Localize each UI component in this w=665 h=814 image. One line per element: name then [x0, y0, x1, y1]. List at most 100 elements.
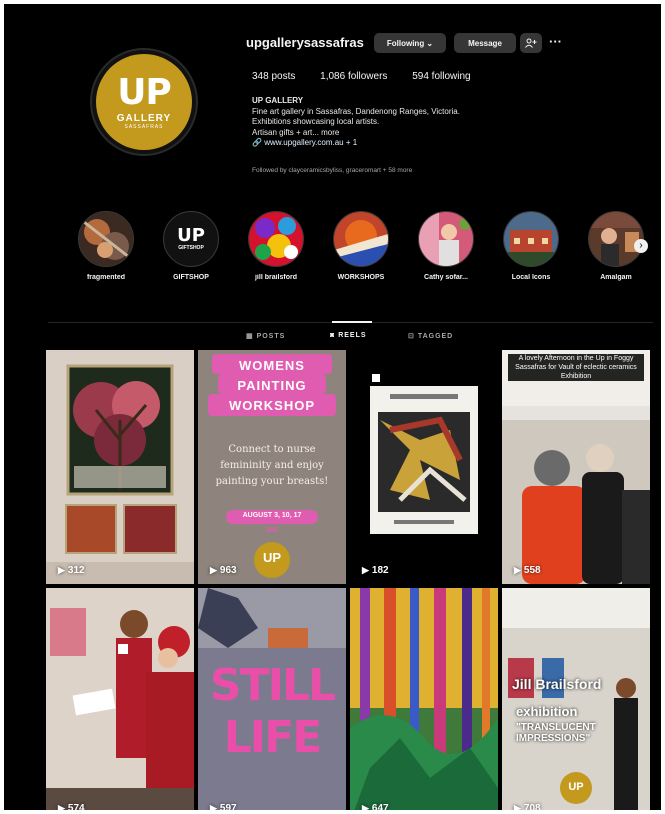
- view-count-number: 708: [523, 803, 541, 810]
- view-count-number: 647: [371, 803, 389, 810]
- reel-tile[interactable]: ▶ 647: [350, 588, 498, 810]
- view-count: ▶ 312: [58, 565, 85, 576]
- followed-by-text[interactable]: Followed by clayceramicsbyliss, gracerom…: [252, 167, 412, 174]
- logo-gallery: GALLERY: [116, 112, 172, 124]
- workshop-price: $95: [266, 527, 278, 534]
- bio-link-text[interactable]: www.upgallery.com.au + 1: [264, 138, 357, 147]
- bio-name: UP GALLERY: [252, 96, 304, 105]
- highlight-cover: [418, 211, 474, 267]
- tagged-icon: ⊡: [408, 333, 418, 340]
- still-life-title: STILL LIFE: [198, 660, 346, 764]
- giftshop-logo-sub: GIFTSHOP: [178, 245, 204, 251]
- workshop-dates: AUGUST 3, 10, 17: [242, 512, 302, 519]
- highlight-cover: [588, 211, 644, 267]
- reel-tile[interactable]: Jill Brailsford exhibition "TRANSLUCENT …: [502, 588, 650, 810]
- add-user-button[interactable]: [520, 33, 542, 53]
- bio-line: Exhibitions showcasing local artists.: [252, 117, 380, 126]
- highlight-label: fragmented: [86, 274, 126, 281]
- description-line: femininity and enjoy: [220, 460, 324, 471]
- instagram-profile-page: UP GALLERY SASSAFRAS upgallerysassafras …: [4, 4, 661, 810]
- tab-tagged-label: TAGGED: [417, 333, 454, 340]
- profile-username: upgallerysassafras: [246, 35, 364, 50]
- giftshop-logo: UP: [177, 225, 205, 246]
- logo-place: SASSAFRAS: [124, 123, 164, 130]
- play-icon: ▶: [362, 803, 369, 810]
- up-logo: UP: [568, 781, 584, 793]
- view-count: ▶ 182: [362, 565, 389, 576]
- workshop-title: WOMENS PAINTING WORKSHOP: [198, 356, 346, 416]
- highlight-local-icons[interactable]: Local Icons: [499, 211, 563, 281]
- logo-up: UP: [117, 71, 172, 113]
- following-count[interactable]: 594 following: [412, 71, 470, 82]
- highlight-cathy[interactable]: Cathy sofar...: [414, 211, 478, 281]
- highlight-label: Local Icons: [511, 274, 551, 281]
- workshop-description: Connect to nurse femininity and enjoy pa…: [198, 442, 346, 490]
- reel-thumbnail: [350, 350, 498, 584]
- highlight-workshops[interactable]: WORKSHOPS: [329, 211, 393, 281]
- bio-line: Fine art gallery in Sassafras, Dandenong…: [252, 106, 460, 116]
- up-gallery-logo: UP GALLERY SASSAFRAS: [96, 54, 192, 150]
- highlight-fragmented[interactable]: fragmented: [74, 211, 138, 281]
- title-line: IMPRESSIONS": [516, 733, 591, 744]
- reel-tile[interactable]: ▶ 182: [350, 350, 498, 584]
- play-icon: ▶: [210, 803, 217, 810]
- view-count-number: 312: [67, 565, 85, 576]
- following-button[interactable]: Following ⌄: [374, 33, 446, 53]
- title-line: WORKSHOP: [229, 398, 315, 413]
- reel-thumbnail: [502, 588, 650, 810]
- highlight-cover: [248, 211, 304, 267]
- play-icon: ▶: [58, 565, 65, 575]
- reel-tile[interactable]: ▶ 574: [46, 588, 194, 810]
- title-line: "TRANSLUCENT: [516, 722, 596, 733]
- tab-posts-label: POSTS: [256, 333, 286, 340]
- reel-tile[interactable]: STILL LIFE ▶ 597: [198, 588, 346, 810]
- highlight-jill-brailsford[interactable]: jill brailsford: [244, 211, 308, 281]
- view-count: ▶ 963: [210, 565, 237, 576]
- tab-reels[interactable]: ◙ REELS: [330, 332, 367, 339]
- highlight-label: WORKSHOPS: [337, 274, 385, 281]
- tab-posts[interactable]: ▦ POSTS: [246, 332, 285, 340]
- view-count: ▶ 597: [210, 803, 237, 810]
- highlight-cover: UP GIFTSHOP: [163, 211, 219, 267]
- add-person-icon: [525, 38, 537, 48]
- reel-tile[interactable]: ▶ 312: [46, 350, 194, 584]
- grid-icon: ▦: [246, 333, 257, 340]
- posts-count[interactable]: 348 posts: [252, 71, 295, 82]
- highlight-giftshop[interactable]: UP GIFTSHOP GIFTSHOP: [159, 211, 223, 281]
- play-icon: ▶: [210, 565, 217, 575]
- message-button[interactable]: Message: [454, 33, 516, 53]
- tab-active-indicator: [332, 321, 372, 323]
- bio-line[interactable]: Artisan gifts + art... more: [252, 128, 460, 139]
- profile-avatar[interactable]: UP GALLERY SASSAFRAS: [90, 48, 198, 156]
- play-icon: ▶: [514, 565, 521, 575]
- tab-reels-label: REELS: [338, 332, 367, 339]
- title-line: PAINTING: [237, 378, 307, 393]
- view-count: ▶ 647: [362, 803, 389, 810]
- view-count-number: 182: [371, 565, 389, 576]
- highlight-label: jill brailsford: [254, 274, 297, 281]
- more-options-icon[interactable]: ···: [549, 34, 562, 49]
- highlight-cover: [333, 211, 389, 267]
- exhibition-title: "TRANSLUCENT IMPRESSIONS": [516, 722, 596, 744]
- highlight-label: GIFTSHOP: [173, 274, 209, 281]
- chevron-right-icon[interactable]: ›: [634, 239, 648, 253]
- view-count: ▶ 574: [58, 803, 85, 810]
- play-icon: ▶: [514, 803, 521, 810]
- tab-tagged[interactable]: ⊡ TAGGED: [408, 332, 453, 340]
- reel-thumbnail: [46, 350, 194, 584]
- title-line: LIFE: [223, 712, 323, 763]
- followers-count[interactable]: 1,086 followers: [320, 71, 387, 82]
- play-icon: ▶: [58, 803, 65, 810]
- bio-link[interactable]: 🔗 www.upgallery.com.au + 1: [252, 138, 460, 149]
- reel-tile[interactable]: WOMENS PAINTING WORKSHOP Connect to nurs…: [198, 350, 346, 584]
- reel-thumbnail: [350, 588, 498, 810]
- description-line: painting your breasts!: [215, 476, 329, 487]
- description-line: Connect to nurse: [228, 444, 316, 455]
- artist-name: Jill Brailsford: [512, 676, 602, 692]
- title-line: WOMENS: [239, 358, 305, 373]
- up-logo: UP: [262, 550, 282, 565]
- play-icon: ▶: [362, 565, 369, 575]
- view-count-number: 597: [219, 803, 237, 810]
- profile-bio: UP GALLERY Fine art gallery in Sassafras…: [252, 96, 460, 149]
- reel-tile[interactable]: A lovely Afternoon in the Up in Foggy Sa…: [502, 350, 650, 584]
